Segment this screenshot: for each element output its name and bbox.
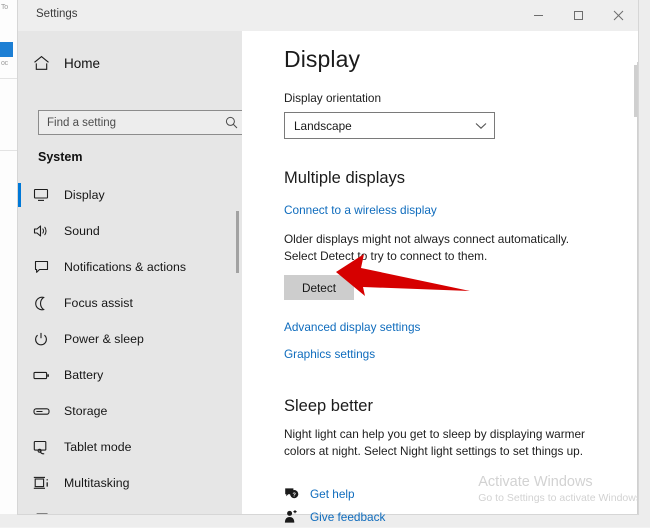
sidebar-section-title: System [38, 150, 83, 164]
settings-window: Settings Home Find a setting System Disp… [18, 0, 638, 524]
sidebar-nav-list: Display Sound Notifications & actions Fo… [18, 177, 242, 514]
sidebar-item-tablet-mode[interactable]: Tablet mode [18, 429, 242, 465]
background-window-sliver[interactable]: To oc [0, 0, 19, 514]
content-pane: Display Display orientation Landscape Mu… [242, 31, 638, 514]
monitor-icon [18, 188, 64, 202]
sidebar-item-label: Battery [64, 368, 104, 382]
background-text-1: To [1, 4, 8, 11]
sleep-better-heading: Sleep better [284, 397, 373, 415]
watermark-line-2: Go to Settings to activate Windows. [478, 492, 638, 504]
watermark-line-1: Activate Windows [478, 474, 593, 490]
sidebar-item-power-sleep[interactable]: Power & sleep [18, 321, 242, 357]
sidebar-item-label: Sound [64, 224, 100, 238]
help-bubble-icon: ? [284, 487, 310, 501]
advanced-display-settings-link[interactable]: Advanced display settings [284, 320, 604, 334]
home-label: Home [64, 55, 101, 71]
display-orientation-value: Landscape [294, 118, 352, 133]
sidebar: Home Find a setting System Display Sound… [18, 31, 242, 514]
background-text-2: oc [1, 60, 8, 67]
sidebar-scrollbar-thumb[interactable] [236, 211, 239, 273]
sidebar-item-projecting-to-this-pc[interactable]: Projecting to this PC [18, 501, 242, 514]
sidebar-item-label: Notifications & actions [64, 260, 187, 274]
sidebar-item-display[interactable]: Display [18, 177, 242, 213]
minimize-button[interactable] [518, 0, 558, 31]
footer-links: ? Get help Give feedback [284, 482, 484, 528]
title-bar[interactable]: Settings [18, 0, 638, 31]
storage-icon [18, 407, 64, 416]
search-icon[interactable] [219, 116, 242, 129]
project-icon [18, 512, 64, 514]
multitasking-icon [18, 476, 64, 490]
page-title: Display [284, 46, 361, 72]
home-icon [18, 55, 64, 71]
sidebar-item-multitasking[interactable]: Multitasking [18, 465, 242, 501]
content-right-border [637, 62, 638, 514]
background-selected-row [0, 42, 13, 57]
chevron-down-icon [468, 122, 494, 130]
sidebar-item-label: Multitasking [64, 476, 130, 490]
power-icon [18, 332, 64, 346]
connect-wireless-display-link[interactable]: Connect to a wireless display [284, 203, 604, 217]
close-button[interactable] [598, 0, 638, 31]
detect-description: Older displays might not always connect … [284, 232, 570, 263]
notification-icon [18, 260, 64, 274]
detect-button[interactable]: Detect [284, 275, 354, 300]
speaker-icon [18, 224, 64, 238]
sidebar-item-sound[interactable]: Sound [18, 213, 242, 249]
sidebar-item-label: Display [64, 188, 105, 202]
activate-windows-watermark: Activate Windows Go to Settings to activ… [478, 474, 638, 504]
sidebar-item-focus-assist[interactable]: Focus assist [18, 285, 242, 321]
sidebar-item-battery[interactable]: Battery [18, 357, 242, 393]
caption-buttons [518, 0, 638, 31]
sidebar-item-label: Projecting to this PC [64, 512, 176, 514]
sidebar-item-label: Power & sleep [64, 332, 144, 346]
display-orientation-label: Display orientation [284, 91, 382, 105]
sidebar-item-home[interactable]: Home [18, 45, 242, 81]
selection-indicator [18, 183, 21, 207]
sidebar-item-notifications-actions[interactable]: Notifications & actions [18, 249, 242, 285]
give-feedback-row[interactable]: Give feedback [284, 505, 484, 528]
get-help-link[interactable]: Get help [310, 487, 355, 501]
battery-icon [18, 370, 64, 381]
tablet-icon [18, 440, 64, 455]
sidebar-item-label: Focus assist [64, 296, 133, 310]
desktop-root: To oc Settings Home Find a setting Syste… [0, 0, 650, 527]
display-orientation-select[interactable]: Landscape [284, 112, 495, 139]
moon-icon [18, 296, 64, 311]
sidebar-item-label: Storage [64, 404, 108, 418]
sidebar-item-label: Tablet mode [64, 440, 132, 454]
multiple-displays-heading: Multiple displays [284, 169, 406, 187]
graphics-settings-link[interactable]: Graphics settings [284, 347, 604, 361]
window-title: Settings [36, 8, 78, 20]
search-placeholder: Find a setting [47, 116, 117, 129]
give-feedback-link[interactable]: Give feedback [310, 510, 385, 524]
sleep-better-description: Night light can help you get to sleep by… [284, 427, 585, 458]
get-help-row[interactable]: ? Get help [284, 482, 484, 505]
search-input[interactable]: Find a setting [38, 110, 242, 135]
person-feedback-icon [284, 509, 310, 524]
sidebar-item-storage[interactable]: Storage [18, 393, 242, 429]
maximize-button[interactable] [558, 0, 598, 31]
svg-text:?: ? [292, 492, 296, 498]
